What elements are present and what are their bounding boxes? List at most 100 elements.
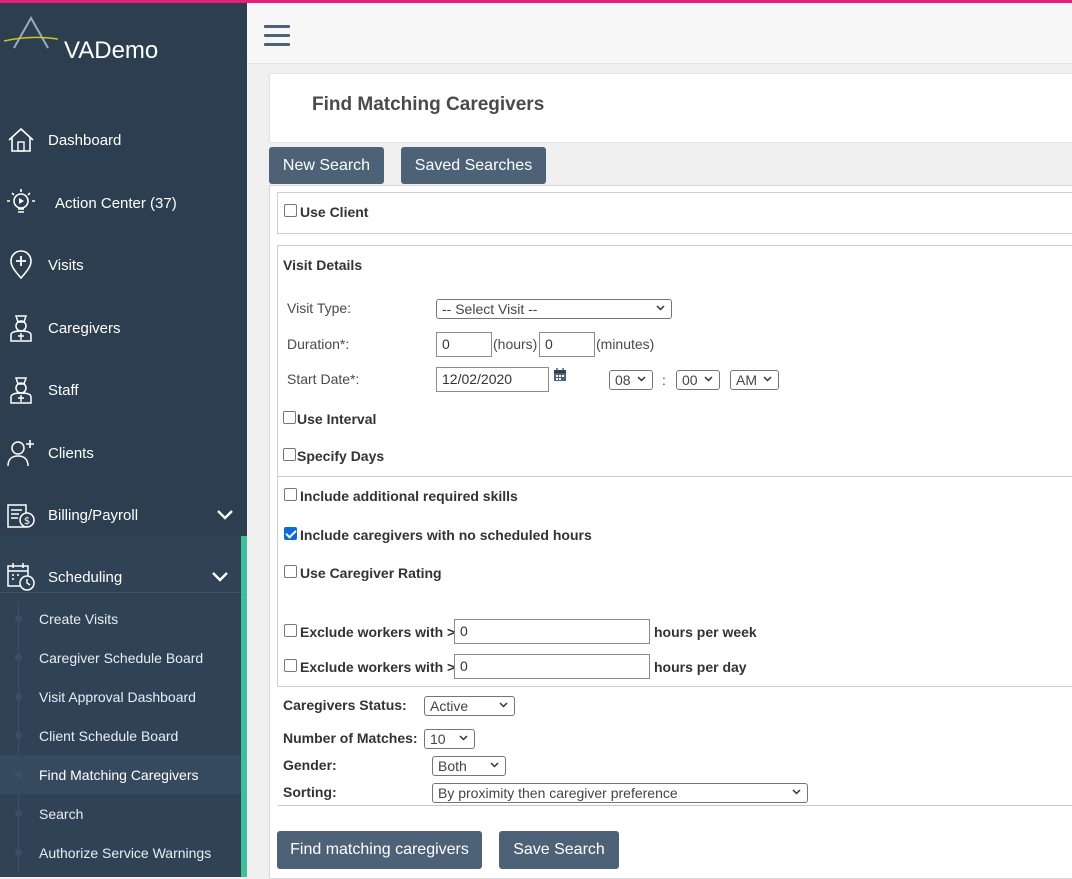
submenu-bullet [15, 654, 22, 661]
house-icon [6, 125, 36, 155]
lightbulb-icon [6, 188, 36, 218]
matches-select[interactable]: 10 [424, 729, 475, 749]
duration-minutes-input[interactable]: 0 [539, 332, 595, 357]
specify-days-checkbox[interactable] [283, 448, 296, 461]
specify-days-label: Specify Days [297, 448, 385, 464]
submenu-item-visit-approval-dashboard[interactable]: Visit Approval Dashboard [0, 677, 241, 716]
sidebar-item-scheduling[interactable]: Scheduling [0, 552, 247, 602]
visit-details-box [277, 245, 1072, 687]
exclude-week-input[interactable]: 0 [454, 619, 650, 644]
chevron-down-icon [490, 762, 499, 768]
sidebar-item-label: Billing/Payroll [48, 506, 139, 524]
sidebar-item-clients[interactable]: Clients [0, 428, 247, 478]
submenu-item-label: Visit Approval Dashboard [39, 688, 196, 705]
per-week-label: hours per week [654, 624, 757, 640]
start-ampm-select[interactable]: AM [730, 370, 779, 390]
chevron-down-icon [763, 376, 772, 382]
exclude-day-checkbox[interactable] [284, 659, 297, 672]
matches-label: Number of Matches: [283, 730, 418, 746]
calendar-clock-icon [6, 562, 36, 592]
app-name: VADemo [64, 37, 159, 64]
sorting-select[interactable]: By proximity then caregiver preference [432, 783, 808, 803]
sidebar-item-action-center[interactable]: Action Center (37) [0, 178, 247, 228]
include-no-hours-checkbox[interactable] [284, 527, 297, 540]
submenu-item-search[interactable]: Search [0, 794, 241, 833]
submenu-bullet [15, 771, 22, 778]
start-minute-select[interactable]: 00 [676, 370, 720, 390]
top-header [247, 3, 1072, 64]
sidebar-item-label: Clients [48, 444, 94, 462]
calendar-icon[interactable] [553, 368, 567, 382]
submenu-bullet [15, 849, 22, 856]
caregiver-badge-icon [6, 313, 36, 343]
hours-unit-label: (hours) [493, 336, 538, 352]
use-client-checkbox[interactable] [284, 204, 297, 217]
chevron-down-icon [499, 702, 508, 708]
chevron-down-icon[interactable] [211, 571, 229, 583]
exclude-day-label: Exclude workers with > [300, 659, 456, 675]
per-day-label: hours per day [654, 659, 747, 675]
sidebar-item-caregivers[interactable]: Caregivers [0, 303, 247, 353]
sidebar-item-label: Visits [48, 256, 84, 274]
start-hour-select[interactable]: 08 [609, 370, 653, 390]
use-client-label: Use Client [300, 204, 369, 220]
sidebar-item-label: Caregivers [48, 319, 121, 337]
duration-label: Duration*: [287, 336, 350, 352]
submenu-item-create-visits[interactable]: Create Visits [0, 599, 241, 638]
visit-details-heading: Visit Details [283, 257, 363, 273]
chevron-down-icon [459, 735, 468, 741]
page-title: Find Matching Caregivers [312, 94, 545, 115]
status-select[interactable]: Active [424, 696, 515, 716]
submenu-bullet [15, 693, 22, 700]
status-label: Caregivers Status: [283, 697, 407, 713]
chevron-down-icon[interactable] [216, 509, 234, 521]
gender-select[interactable]: Both [432, 756, 506, 776]
chevron-down-icon [704, 376, 713, 382]
section-divider [278, 476, 1072, 477]
submenu-item-caregiver-schedule-board[interactable]: Caregiver Schedule Board [0, 638, 241, 677]
location-plus-icon [6, 250, 36, 280]
use-rating-checkbox[interactable] [284, 565, 297, 578]
use-interval-checkbox[interactable] [283, 411, 296, 424]
sidebar-item-label: Action Center (37) [55, 194, 177, 212]
save-search-button[interactable]: Save Search [499, 831, 619, 869]
submenu-bullet [15, 615, 22, 622]
chevron-down-icon [656, 305, 665, 311]
start-date-input[interactable]: 12/02/2020 [436, 367, 549, 392]
start-date-label: Start Date*: [287, 371, 360, 387]
sorting-value: By proximity then caregiver preference [438, 785, 678, 801]
start-minute-value: 00 [682, 372, 698, 388]
submenu-item-label: Search [39, 805, 84, 822]
submenu-item-label: Caregiver Schedule Board [39, 649, 204, 666]
exclude-week-checkbox[interactable] [284, 624, 297, 637]
chevron-down-icon [792, 789, 801, 795]
sidebar-item-dashboard[interactable]: Dashboard [0, 115, 247, 165]
client-person-icon [6, 438, 36, 468]
hamburger-menu-icon[interactable] [264, 25, 290, 47]
sidebar-item-visits[interactable]: Visits [0, 240, 247, 290]
visit-type-label: Visit Type: [287, 300, 352, 316]
sidebar-item-label: Scheduling [48, 568, 123, 586]
brand[interactable]: VADemo [0, 3, 247, 98]
visit-type-select[interactable]: -- Select Visit -- [436, 299, 672, 319]
start-hour-value: 08 [615, 372, 631, 388]
exclude-day-input[interactable]: 0 [454, 654, 650, 679]
gender-label: Gender: [283, 757, 337, 773]
chevron-down-icon [637, 376, 646, 382]
duration-hours-input[interactable]: 0 [436, 332, 492, 357]
sidebar: VADemo Dashboard Action Center (37) Visi… [0, 3, 247, 877]
submenu-item-find-matching-caregivers[interactable]: Find Matching Caregivers [0, 755, 241, 794]
submenu-item-client-schedule-board[interactable]: Client Schedule Board [0, 716, 241, 755]
new-search-tab[interactable]: New Search [269, 147, 384, 184]
include-skills-checkbox[interactable] [284, 488, 297, 501]
sidebar-item-billing-payroll[interactable]: $ Billing/Payroll [0, 490, 247, 540]
submenu-item-authorize-service-warnings[interactable]: Authorize Service Warnings [0, 833, 241, 872]
saved-searches-tab[interactable]: Saved Searches [401, 147, 546, 184]
sorting-label: Sorting: [283, 784, 337, 800]
find-matching-caregivers-button[interactable]: Find matching caregivers [277, 831, 482, 869]
section-divider [278, 805, 1072, 806]
sidebar-item-staff[interactable]: Staff [0, 365, 247, 415]
start-ampm-value: AM [736, 372, 757, 388]
use-rating-label: Use Caregiver Rating [300, 565, 442, 581]
include-skills-label: Include additional required skills [300, 488, 518, 504]
